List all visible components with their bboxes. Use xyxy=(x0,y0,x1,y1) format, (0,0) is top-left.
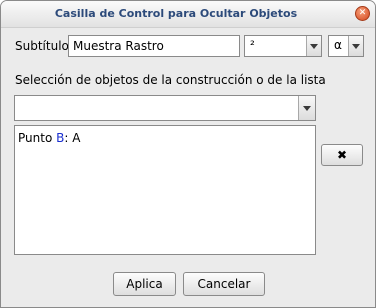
dialog-title: Casilla de Control para Ocultar Objetos xyxy=(54,7,298,20)
apply-button[interactable]: Aplica xyxy=(113,272,176,296)
list-item[interactable]: Punto B: A xyxy=(18,131,80,145)
object-select-dropdown[interactable] xyxy=(14,95,316,121)
cancel-button[interactable]: Cancelar xyxy=(183,272,265,296)
chevron-down-icon[interactable] xyxy=(298,96,315,120)
list-item-type: Punto xyxy=(18,131,57,145)
greek-letter-combo[interactable]: α xyxy=(328,35,364,57)
remove-icon: ✖ xyxy=(336,148,348,162)
object-list[interactable]: Punto B: A xyxy=(14,125,316,255)
close-icon[interactable]: ✕ xyxy=(355,6,370,21)
superscript-combo-value: ² xyxy=(250,38,255,52)
subtitle-label: Subtítulo: xyxy=(15,39,73,53)
title-bar[interactable]: Casilla de Control para Ocultar Objetos … xyxy=(1,1,375,28)
subtitle-input[interactable]: Muestra Rastro xyxy=(68,35,240,57)
chevron-down-icon[interactable] xyxy=(306,36,321,56)
superscript-combo[interactable]: ² xyxy=(244,35,322,57)
object-selection-label: Selección de objetos de la construcción … xyxy=(15,73,326,87)
greek-combo-value: α xyxy=(334,38,342,52)
chevron-down-icon[interactable] xyxy=(348,36,363,56)
checkbox-dialog: Casilla de Control para Ocultar Objetos … xyxy=(0,0,376,308)
list-item-caption: : A xyxy=(64,131,81,145)
remove-object-button[interactable]: ✖ xyxy=(321,144,363,166)
